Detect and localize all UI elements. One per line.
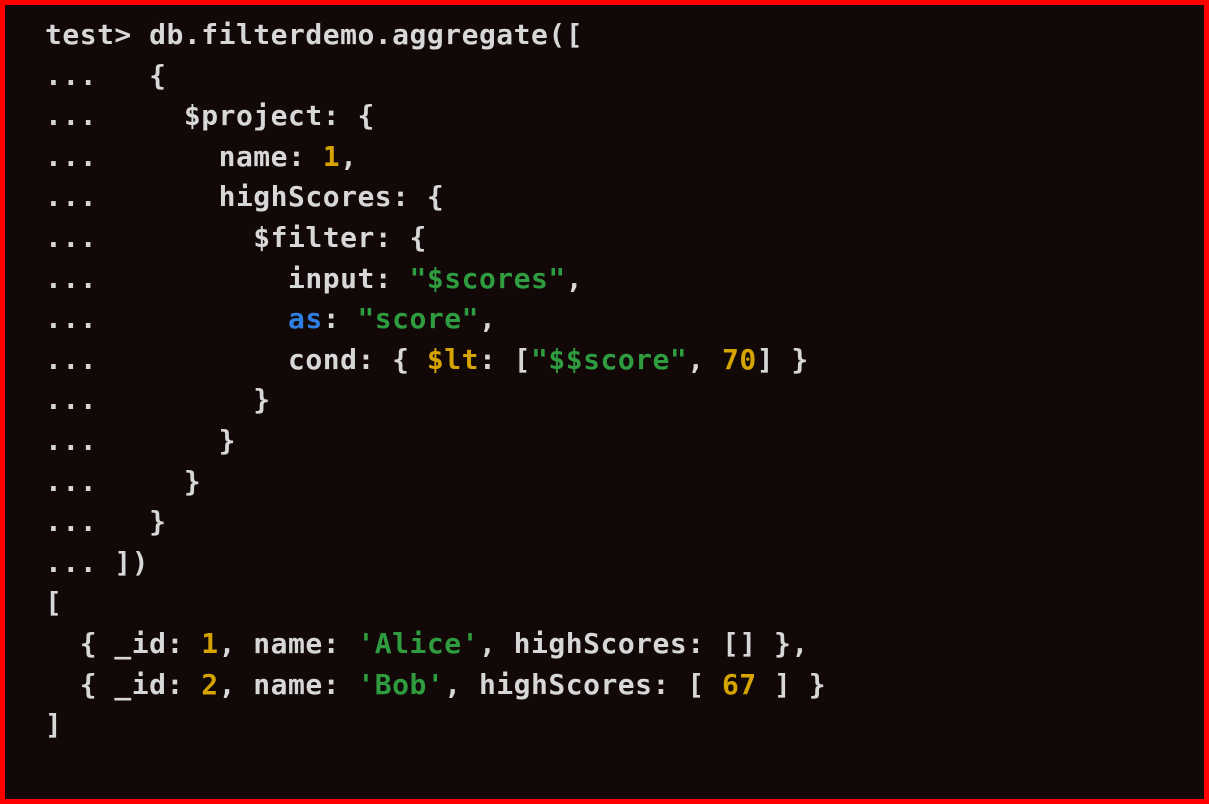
continuation-prompt: ... [45, 99, 97, 132]
code-text: : [323, 302, 358, 335]
code-text: ] } [757, 343, 809, 376]
number-literal: 1 [201, 627, 218, 660]
code-line: test> db.filterdemo.aggregate([ [45, 15, 1182, 56]
code-line: ... $filter: { [45, 218, 1182, 259]
operator: $lt [427, 343, 479, 376]
continuation-prompt: ... [45, 140, 97, 173]
terminal-window[interactable]: test> db.filterdemo.aggregate([... {... … [0, 0, 1209, 804]
code-line: ... cond: { $lt: ["$$score", 70] } [45, 340, 1182, 381]
output-text: [ [45, 586, 62, 619]
code-text: ]) [97, 546, 149, 579]
code-text: } [97, 505, 166, 538]
string-literal: "$scores" [410, 262, 566, 295]
output-text: ] [45, 708, 62, 741]
code-text: $project: { [97, 99, 375, 132]
code-text: { [97, 59, 166, 92]
code-line: ... } [45, 421, 1182, 462]
continuation-prompt: ... [45, 546, 97, 579]
string-literal: 'Alice' [357, 627, 479, 660]
code-text: , [479, 302, 496, 335]
code-text: } [97, 424, 236, 457]
code-text: db.filterdemo.aggregate([ [132, 18, 583, 51]
code-line: ... name: 1, [45, 137, 1182, 178]
continuation-prompt: ... [45, 505, 97, 538]
continuation-prompt: ... [45, 180, 97, 213]
code-text: , [566, 262, 583, 295]
output-text: , highScores: [ [444, 668, 722, 701]
continuation-prompt: ... [45, 465, 97, 498]
continuation-prompt: ... [45, 59, 97, 92]
output-text: { _id: [45, 627, 201, 660]
number-literal: 67 [722, 668, 757, 701]
code-text: , [687, 343, 722, 376]
code-line: ... } [45, 502, 1182, 543]
code-text: name: [97, 140, 323, 173]
code-text: highScores: { [97, 180, 444, 213]
code-text [97, 302, 288, 335]
output-line: { _id: 1, name: 'Alice', highScores: [] … [45, 624, 1182, 665]
string-literal: 'Bob' [357, 668, 444, 701]
code-line: ... } [45, 380, 1182, 421]
string-literal: "score" [357, 302, 479, 335]
output-text: , highScores: [] }, [479, 627, 809, 660]
output-text: , name: [219, 627, 358, 660]
code-line: ... $project: { [45, 96, 1182, 137]
code-line: ... ]) [45, 543, 1182, 584]
code-line: ... highScores: { [45, 177, 1182, 218]
shell-prompt: test> [45, 18, 132, 51]
code-line: ... input: "$scores", [45, 259, 1182, 300]
code-text: cond: { [97, 343, 427, 376]
output-line: [ [45, 583, 1182, 624]
continuation-prompt: ... [45, 343, 97, 376]
continuation-prompt: ... [45, 302, 97, 335]
number-literal: 2 [201, 668, 218, 701]
code-text: $filter: { [97, 221, 427, 254]
continuation-prompt: ... [45, 383, 97, 416]
code-text: } [97, 383, 271, 416]
output-text: ] } [757, 668, 826, 701]
code-line: ... } [45, 462, 1182, 503]
output-line: { _id: 2, name: 'Bob', highScores: [ 67 … [45, 665, 1182, 706]
number-literal: 70 [722, 343, 757, 376]
code-text: } [97, 465, 201, 498]
code-text: : [ [479, 343, 531, 376]
code-line: ... { [45, 56, 1182, 97]
code-line: ... as: "score", [45, 299, 1182, 340]
code-text: input: [97, 262, 409, 295]
continuation-prompt: ... [45, 424, 97, 457]
output-text: { _id: [45, 668, 201, 701]
keyword: as [288, 302, 323, 335]
number-literal: 1 [323, 140, 340, 173]
continuation-prompt: ... [45, 262, 97, 295]
output-text: , name: [219, 668, 358, 701]
output-line: ] [45, 705, 1182, 746]
code-text: , [340, 140, 357, 173]
continuation-prompt: ... [45, 221, 97, 254]
string-literal: "$$score" [531, 343, 687, 376]
